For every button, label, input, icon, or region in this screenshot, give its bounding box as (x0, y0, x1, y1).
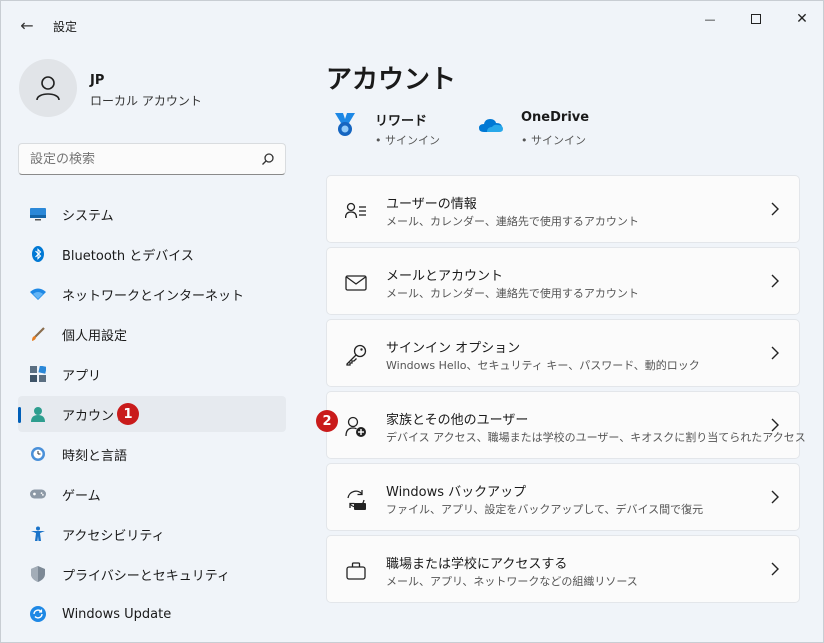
user-info-icon (345, 202, 366, 219)
avatar[interactable] (19, 59, 77, 117)
sidebar-item-time-language[interactable]: 時刻と言語 (18, 436, 286, 472)
sidebar-item-accessibility[interactable]: アクセシビリティ (18, 516, 286, 552)
card-title: Windows バックアップ (386, 485, 527, 500)
close-icon: ✕ (796, 11, 808, 27)
wifi-icon (30, 286, 46, 302)
sidebar-item-personalization[interactable]: 個人用設定 (18, 316, 286, 352)
settings-window: ← 設定 — ✕ JP ローカル アカウント 設定の検索 システム Blueto… (0, 0, 824, 643)
backup-icon (347, 490, 366, 510)
card-subtitle: メール、カレンダー、連絡先で使用するアカウント (386, 287, 639, 300)
accessibility-icon (30, 526, 46, 542)
card-access-work-school[interactable]: 職場または学校にアクセスする メール、アプリ、ネットワークなどの組織リソース (326, 535, 800, 603)
step-2-badge: 2 (316, 410, 338, 432)
onedrive-tile[interactable]: OneDrive • サインイン (477, 107, 617, 151)
sidebar-item-label: プライバシーとセキュリティ (62, 568, 230, 584)
card-subtitle: メール、アプリ、ネットワークなどの組織リソース (386, 575, 638, 588)
chevron-right-icon (771, 490, 779, 504)
sidebar-item-label: システム (62, 208, 114, 224)
rewards-tile[interactable]: リワード • サインイン (331, 107, 461, 151)
rewards-status: • サインイン (375, 134, 440, 147)
card-subtitle: ファイル、アプリ、設定をバックアップして、デバイス間で復元 (386, 503, 704, 516)
rewards-title: リワード (375, 114, 428, 129)
clock-globe-icon (30, 446, 46, 462)
back-button[interactable]: ← (13, 13, 41, 37)
profile-account-type: ローカル アカウント (90, 94, 202, 108)
key-icon (346, 344, 367, 366)
bluetooth-icon (30, 246, 46, 262)
sidebar-item-network[interactable]: ネットワークとインターネット (18, 276, 286, 312)
maximize-icon (751, 14, 761, 24)
page-title: アカウント (326, 65, 457, 95)
search-box[interactable] (18, 143, 286, 175)
card-title: ユーザーの情報 (386, 197, 477, 212)
chevron-right-icon (771, 274, 779, 288)
chevron-right-icon (771, 346, 779, 360)
briefcase-icon (346, 562, 366, 580)
card-sign-in-options[interactable]: サインイン オプション Windows Hello、セキュリティ キー、パスワー… (326, 319, 800, 387)
profile-name: JP (90, 73, 105, 88)
sidebar-item-label: Windows Update (62, 606, 172, 622)
sidebar-item-label: ゲーム (62, 488, 101, 504)
card-your-info[interactable]: ユーザーの情報 メール、カレンダー、連絡先で使用するアカウント (326, 175, 800, 243)
update-icon (30, 606, 46, 622)
brush-icon (30, 326, 46, 342)
chevron-right-icon (771, 202, 779, 216)
onedrive-title: OneDrive (521, 110, 590, 125)
sidebar-item-label: 個人用設定 (62, 328, 128, 344)
step-1-badge: 1 (117, 403, 139, 425)
minimize-icon: — (704, 12, 716, 26)
mail-icon (345, 275, 367, 291)
sidebar-item-label: Bluetooth とデバイス (62, 248, 194, 264)
sidebar-item-gaming[interactable]: ゲーム (18, 476, 286, 512)
system-icon (30, 206, 46, 222)
card-windows-backup[interactable]: Windows バックアップ ファイル、アプリ、設定をバックアップして、デバイス… (326, 463, 800, 531)
close-button[interactable]: ✕ (779, 1, 824, 37)
shield-icon (30, 566, 46, 582)
sidebar-item-label: アクセシビリティ (62, 528, 165, 544)
sidebar-item-windows-update[interactable]: Windows Update (18, 596, 286, 632)
chevron-right-icon (771, 562, 779, 576)
app-title: 設定 (53, 20, 78, 34)
chevron-right-icon (771, 418, 779, 432)
account-icon (30, 406, 46, 422)
sidebar-item-label: ネットワークとインターネット (62, 288, 245, 304)
search-input[interactable] (30, 151, 250, 167)
onedrive-status: • サインイン (521, 134, 586, 147)
sidebar-nav: システム Bluetooth とデバイス ネットワークとインターネット 個人用設… (18, 196, 286, 636)
card-title: 家族とその他のユーザー (386, 413, 529, 428)
minimize-button[interactable]: — (687, 1, 733, 37)
onedrive-icon (479, 119, 503, 132)
add-person-icon (345, 416, 366, 437)
card-email-accounts[interactable]: メールとアカウント メール、カレンダー、連絡先で使用するアカウント (326, 247, 800, 315)
card-subtitle: Windows Hello、セキュリティ キー、パスワード、動的ロック (386, 359, 700, 372)
maximize-button[interactable] (733, 1, 779, 37)
card-title: メールとアカウント (386, 269, 504, 284)
card-title: サインイン オプション (386, 341, 521, 356)
rewards-icon (335, 113, 355, 136)
sidebar-item-bluetooth[interactable]: Bluetooth とデバイス (18, 236, 286, 272)
gamepad-icon (30, 486, 46, 502)
sidebar-item-privacy[interactable]: プライバシーとセキュリティ (18, 556, 286, 592)
title-bar: ← 設定 — ✕ (1, 1, 823, 49)
sidebar-item-accounts[interactable]: アカウント 1 (18, 396, 286, 432)
sidebar-item-system[interactable]: システム (18, 196, 286, 232)
card-title: 職場または学校にアクセスする (386, 557, 568, 572)
card-subtitle: メール、カレンダー、連絡先で使用するアカウント (386, 215, 639, 228)
apps-icon (30, 366, 46, 382)
sidebar-item-label: アプリ (62, 368, 102, 384)
sidebar-item-apps[interactable]: アプリ (18, 356, 286, 392)
sidebar-item-label: 時刻と言語 (62, 448, 128, 464)
card-subtitle: デバイス アクセス、職場または学校のユーザー、キオスクに割り当てられたアクセス (386, 431, 806, 444)
search-icon[interactable] (261, 152, 275, 166)
card-family-other-users[interactable]: 家族とその他のユーザー デバイス アクセス、職場または学校のユーザー、キオスクに… (326, 391, 806, 459)
person-icon (36, 76, 60, 101)
back-arrow-icon: ← (20, 15, 34, 35)
